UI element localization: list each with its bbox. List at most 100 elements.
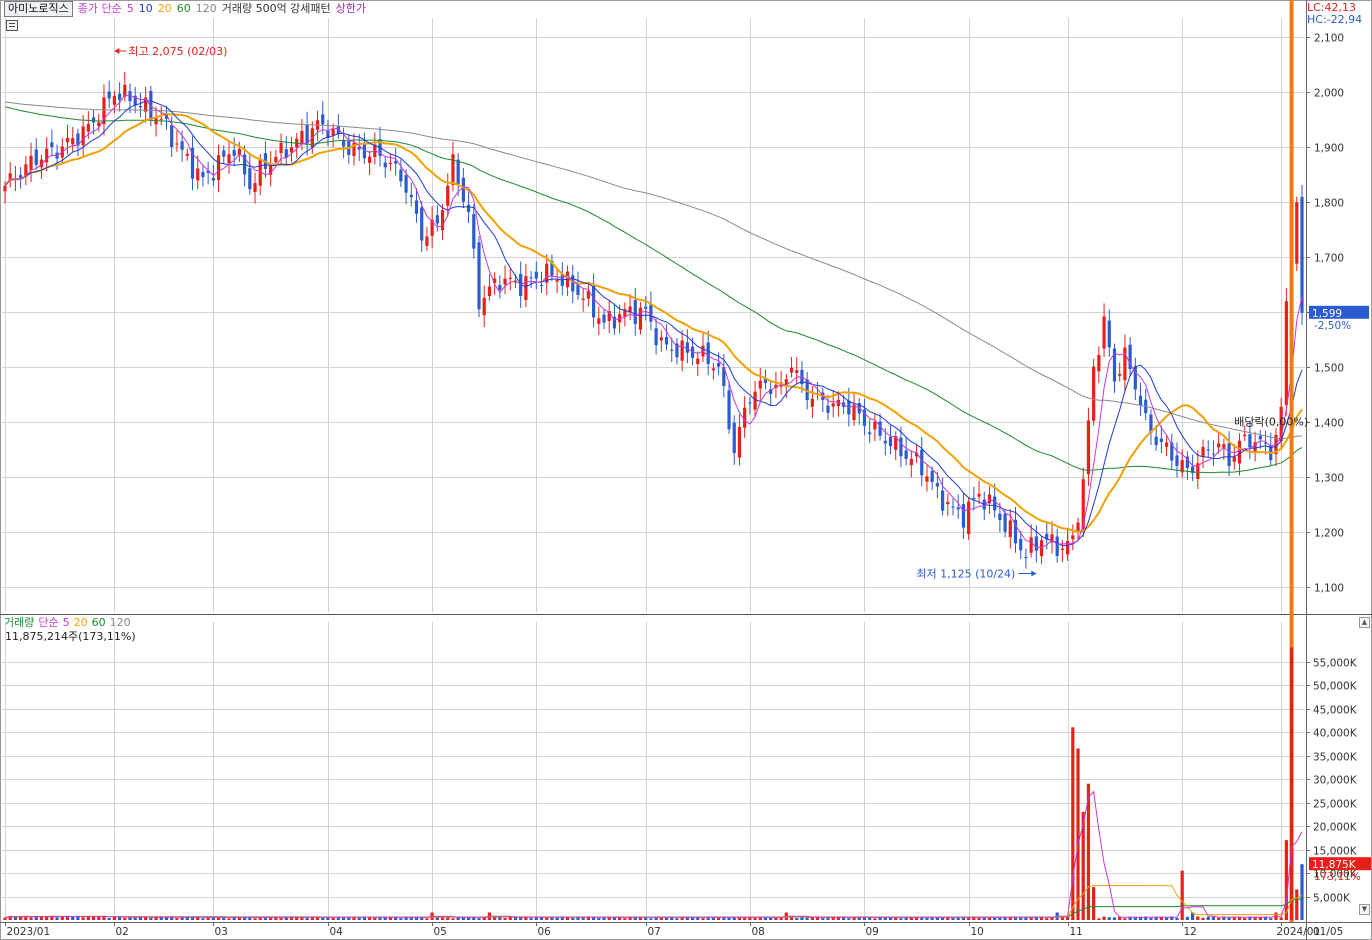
volume-tick-label: 45,000K [1313, 705, 1358, 717]
candle-body [435, 215, 439, 224]
candle-body [1024, 556, 1028, 558]
current-volume-change: 173,11% [1314, 871, 1361, 883]
candle-body [659, 337, 663, 341]
candle-body [216, 155, 221, 181]
volume-bar [321, 917, 325, 920]
window-frame [0, 0, 1372, 940]
candle-body [71, 138, 75, 145]
price-tick-label: 1,100 [1314, 583, 1344, 595]
volume-bar [1227, 917, 1231, 920]
price-tick-label: 1,200 [1314, 528, 1344, 540]
high-label: 최고 2,075 (02/03) [128, 45, 227, 58]
volume-bar [1102, 916, 1106, 920]
volume-bar [3, 917, 7, 920]
volume-bar [295, 917, 299, 920]
volume-bar [821, 918, 825, 920]
volume-tick-label: 55,000K [1313, 658, 1358, 670]
candle-body [1071, 535, 1075, 540]
candle-body [899, 437, 903, 457]
candle-body [685, 342, 689, 353]
volume-bar [331, 917, 335, 920]
price-tick-label: 1,800 [1314, 198, 1344, 210]
date-label: 09 [866, 926, 879, 938]
candle-body [185, 153, 189, 156]
candle-body [977, 493, 981, 497]
candle-body [602, 314, 606, 323]
candle-body [810, 398, 814, 407]
volume-bar [107, 917, 111, 920]
volume-bar [717, 917, 721, 920]
candle-body [305, 124, 309, 144]
high-arrow-head [114, 48, 120, 54]
candle-body [3, 185, 7, 192]
candle-body [888, 436, 893, 447]
volume-bar [1211, 916, 1216, 920]
candle-body [638, 307, 643, 330]
volume-bar [1243, 918, 1247, 920]
volume-bar [1029, 917, 1033, 920]
volume-bar [914, 917, 919, 920]
candle-body [357, 147, 361, 150]
candle-body [232, 150, 236, 156]
dividend-label: 배당락(0,00%) [1234, 415, 1308, 428]
volume-bar [993, 917, 997, 920]
volume-bar [493, 917, 497, 920]
volume-bars-group [3, 647, 1304, 920]
candle-body [107, 91, 111, 99]
volume-tick-label: 30,000K [1313, 775, 1358, 787]
volume-bar [440, 917, 445, 920]
candle-body [440, 210, 445, 231]
volume-bar [1295, 889, 1299, 920]
volume-tick-label: 25,000K [1313, 799, 1358, 811]
volume-ma60-line [4, 898, 1303, 919]
candle-body [1097, 355, 1101, 372]
price-tick-label: 2,000 [1314, 88, 1344, 100]
candle-body [524, 276, 528, 300]
candle-body [935, 483, 939, 487]
ma5-line [4, 94, 1303, 549]
candle-body [972, 498, 976, 500]
candle-body [258, 159, 262, 186]
candle-body [1237, 440, 1242, 464]
candle-body [654, 328, 658, 346]
volume-bar [149, 917, 153, 920]
candle-body [925, 476, 929, 482]
candle-body [946, 501, 950, 505]
volume-bar [81, 917, 85, 920]
candle-body [409, 194, 413, 198]
candle-body [1164, 442, 1169, 447]
date-label: 12 [1184, 926, 1197, 938]
candle-body [50, 142, 54, 147]
volume-bar [1300, 864, 1304, 920]
ma120-line [4, 101, 1303, 440]
candle-body [399, 169, 403, 182]
candle-body [711, 368, 716, 371]
date-label: 2023/01 [7, 926, 51, 938]
chart-canvas[interactable]: 2,1002,0001,9001,8001,7001,6001,5001,400… [0, 0, 1372, 940]
candle-body [414, 200, 419, 214]
volume-bar [888, 917, 893, 920]
volume-bar [977, 917, 981, 920]
candle-body [670, 349, 674, 351]
candle-body [284, 149, 288, 158]
volume-bar [1175, 917, 1179, 920]
candle-body [795, 370, 799, 373]
candle-body [873, 421, 877, 430]
candle-body [456, 159, 460, 185]
price-tick-label: 1,300 [1314, 473, 1344, 485]
candle-body [1029, 537, 1033, 553]
volume-bar [175, 918, 179, 920]
candle-body [498, 285, 502, 290]
candle-body [300, 130, 304, 144]
price-tick-label: 1,400 [1314, 418, 1344, 430]
candle-body [1243, 434, 1247, 437]
date-label: 07 [648, 926, 661, 938]
candle-body [201, 171, 205, 178]
volume-bar [1076, 748, 1080, 920]
candle-body [1232, 456, 1236, 462]
volume-bar [831, 917, 835, 920]
volume-bar [227, 918, 231, 920]
candle-body [664, 336, 669, 345]
volume-bar [1097, 918, 1101, 920]
candle-body [211, 177, 215, 181]
